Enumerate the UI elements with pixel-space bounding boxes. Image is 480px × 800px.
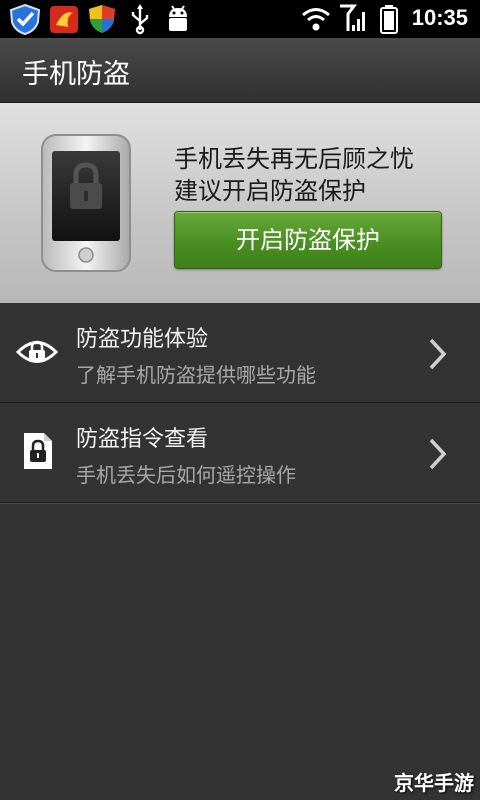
banner-headline: 手机丢失再无后顾之忧 [174, 145, 414, 173]
app-notification-icon [50, 6, 78, 33]
phone-lock-icon [41, 134, 131, 272]
android-debug-icon [169, 5, 187, 31]
status-bar: 10:35 [0, 0, 480, 38]
signal-icon [340, 4, 365, 31]
lock-document-icon [24, 433, 52, 469]
list-item-title: 防盗指令查看 [76, 427, 209, 452]
banner-subline: 建议开启防盗保护 [174, 177, 366, 205]
chevron-right-icon [429, 338, 447, 370]
battery-icon [380, 5, 398, 34]
watermark-text: 京华手游 [394, 771, 474, 795]
title-bar: 手机防盗 [0, 38, 480, 103]
list-item-feature-trial[interactable]: 防盗功能体验 了解手机防盗提供哪些功能 [0, 303, 480, 403]
status-time: 10:35 [411, 5, 468, 30]
list-item-command-view[interactable]: 防盗指令查看 手机丢失后如何遥控操作 [0, 403, 480, 503]
lock-eye-icon [16, 340, 58, 363]
enable-protection-button[interactable]: 开启防盗保护 [174, 211, 442, 269]
shield-check-icon [9, 3, 41, 35]
usb-icon [131, 4, 149, 35]
list-item-title: 防盗功能体验 [76, 327, 209, 352]
list-item-subtitle: 了解手机防盗提供哪些功能 [76, 363, 316, 387]
list-item-subtitle: 手机丢失后如何遥控操作 [76, 463, 296, 487]
wifi-icon [302, 8, 330, 31]
page-title: 手机防盗 [22, 59, 130, 90]
antivirus-shield-icon [89, 5, 115, 33]
chevron-right-icon [429, 438, 447, 470]
protection-banner: 手机丢失再无后顾之忧 建议开启防盗保护 开启防盗保护 [0, 103, 480, 304]
